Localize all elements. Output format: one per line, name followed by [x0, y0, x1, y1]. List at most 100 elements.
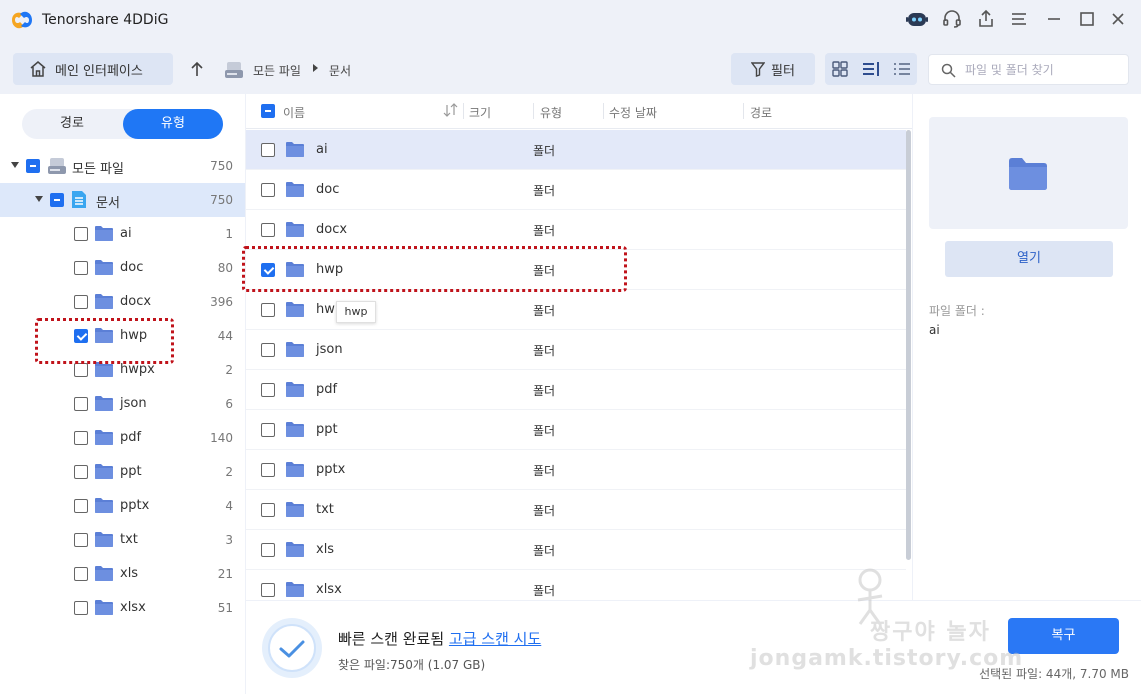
column-type[interactable]: 유형	[540, 104, 562, 121]
tree-item-checkbox[interactable]	[74, 499, 88, 513]
tree-item[interactable]: doc 80	[0, 251, 245, 285]
row-type: 폴더	[533, 344, 556, 358]
row-checkbox[interactable]	[261, 423, 275, 437]
found-files-summary: 찾은 파일:750개 (1.07 GB)	[338, 658, 486, 672]
search-input[interactable]	[965, 61, 1123, 79]
tree-item-checkbox[interactable]	[74, 363, 88, 377]
toggle-type[interactable]: 유형	[123, 109, 223, 139]
select-all-checkbox[interactable]	[261, 104, 275, 118]
tree-item[interactable]: pdf 140	[0, 421, 245, 455]
row-checkbox[interactable]	[261, 183, 275, 197]
table-row[interactable]: docx 폴더	[246, 210, 906, 250]
folder-icon	[94, 429, 114, 450]
open-button[interactable]: 열기	[945, 241, 1113, 277]
tree-item-label: xlsx	[120, 600, 146, 615]
row-name: hwp	[316, 262, 344, 277]
tree-item-checkbox[interactable]	[74, 533, 88, 547]
caret-down-icon[interactable]	[11, 162, 19, 168]
tree-item-checkbox[interactable]	[74, 601, 88, 615]
tree-item-label: json	[120, 396, 147, 411]
close-icon[interactable]	[1106, 8, 1130, 30]
home-button[interactable]: 메인 인터페이스	[13, 53, 173, 85]
breadcrumb-all-files[interactable]: 모든 파일	[253, 62, 301, 79]
tree-item-checkbox[interactable]	[74, 261, 88, 275]
table-row[interactable]: ai 폴더	[246, 130, 906, 170]
scan-status: 빠른 스캔 완료됨 고급 스캔 시도	[338, 628, 541, 649]
sort-icon[interactable]	[443, 103, 459, 117]
tree-item-checkbox[interactable]	[74, 397, 88, 411]
list-view-icon[interactable]	[862, 60, 880, 78]
headset-icon[interactable]	[940, 8, 964, 30]
tree-item[interactable]: ai 1	[0, 217, 245, 251]
category-checkbox[interactable]	[50, 193, 64, 207]
up-arrow-icon	[191, 61, 203, 76]
selected-files-summary: 선택된 파일: 44개, 7.70 MB	[979, 667, 1129, 681]
file-table: 이름 크기 유형 수정 날짜 경로 ai 폴더 doc 폴더 docx 폴더 hwp 폴더 hw…	[246, 94, 912, 610]
menu-icon[interactable]	[1007, 8, 1031, 30]
tree-category-documents[interactable]: 문서 750	[0, 183, 245, 217]
breadcrumb-documents[interactable]: 문서	[329, 62, 351, 79]
tree-item-label: ppt	[120, 464, 142, 479]
column-name[interactable]: 이름	[283, 104, 305, 121]
tree-item-checkbox[interactable]	[74, 465, 88, 479]
row-checkbox[interactable]	[261, 543, 275, 557]
minimize-icon[interactable]	[1042, 8, 1066, 30]
tree-item[interactable]: txt 3	[0, 523, 245, 557]
name-tooltip: hwp	[336, 301, 376, 323]
view-mode-group	[825, 53, 917, 85]
robot-assistant-icon[interactable]	[905, 8, 929, 30]
tree-item-checkbox[interactable]	[74, 431, 88, 445]
recover-button[interactable]: 복구	[1008, 618, 1119, 654]
tree-item-checkbox[interactable]	[74, 329, 88, 343]
tree-item[interactable]: json 6	[0, 387, 245, 421]
tree-item-label: hwpx	[120, 362, 155, 377]
caret-down-icon[interactable]	[35, 196, 43, 202]
row-checkbox[interactable]	[261, 303, 275, 317]
row-checkbox[interactable]	[261, 583, 275, 597]
folder-icon	[285, 341, 305, 362]
tree-item-checkbox[interactable]	[74, 295, 88, 309]
row-checkbox[interactable]	[261, 503, 275, 517]
root-checkbox[interactable]	[26, 159, 40, 173]
grid-view-icon[interactable]	[831, 60, 849, 78]
row-checkbox[interactable]	[261, 223, 275, 237]
share-icon[interactable]	[974, 8, 998, 30]
table-row[interactable]: doc 폴더	[246, 170, 906, 210]
row-checkbox[interactable]	[261, 263, 275, 277]
table-scrollbar[interactable]	[906, 130, 911, 560]
tree-root-all-files[interactable]: 모든 파일 750	[0, 149, 245, 183]
tree-item[interactable]: pptx 4	[0, 489, 245, 523]
tree-item[interactable]: xls 21	[0, 557, 245, 591]
detail-list-view-icon[interactable]	[893, 60, 911, 78]
row-checkbox[interactable]	[261, 143, 275, 157]
tree-item-count: 51	[217, 601, 233, 615]
row-name: ppt	[316, 422, 338, 437]
toggle-path[interactable]: 경로	[22, 109, 122, 139]
row-checkbox[interactable]	[261, 383, 275, 397]
tree-item-checkbox[interactable]	[74, 227, 88, 241]
maximize-icon[interactable]	[1075, 8, 1099, 30]
column-modified[interactable]: 수정 날짜	[609, 104, 657, 121]
table-row[interactable]: ppt 폴더	[246, 410, 906, 450]
up-arrow-button[interactable]	[186, 58, 208, 80]
table-row[interactable]: xls 폴더	[246, 530, 906, 570]
tree-item[interactable]: hwpx 2	[0, 353, 245, 387]
tree-item[interactable]: docx 396	[0, 285, 245, 319]
row-checkbox[interactable]	[261, 463, 275, 477]
table-row[interactable]: pdf 폴더	[246, 370, 906, 410]
tree-item[interactable]: ppt 2	[0, 455, 245, 489]
column-size[interactable]: 크기	[469, 104, 491, 121]
row-checkbox[interactable]	[261, 343, 275, 357]
folder-icon	[94, 531, 114, 552]
table-row[interactable]: json 폴더	[246, 330, 906, 370]
tree-item[interactable]: hwp 44	[0, 319, 245, 353]
row-name: doc	[316, 182, 340, 197]
table-row[interactable]: hwp 폴더	[246, 250, 906, 290]
deep-scan-link[interactable]: 고급 스캔 시도	[449, 630, 541, 648]
table-row[interactable]: pptx 폴더	[246, 450, 906, 490]
table-row[interactable]: txt 폴더	[246, 490, 906, 530]
tree-item[interactable]: xlsx 51	[0, 591, 245, 625]
column-path[interactable]: 경로	[750, 104, 772, 121]
filter-button[interactable]: 필터	[731, 53, 815, 85]
tree-item-checkbox[interactable]	[74, 567, 88, 581]
